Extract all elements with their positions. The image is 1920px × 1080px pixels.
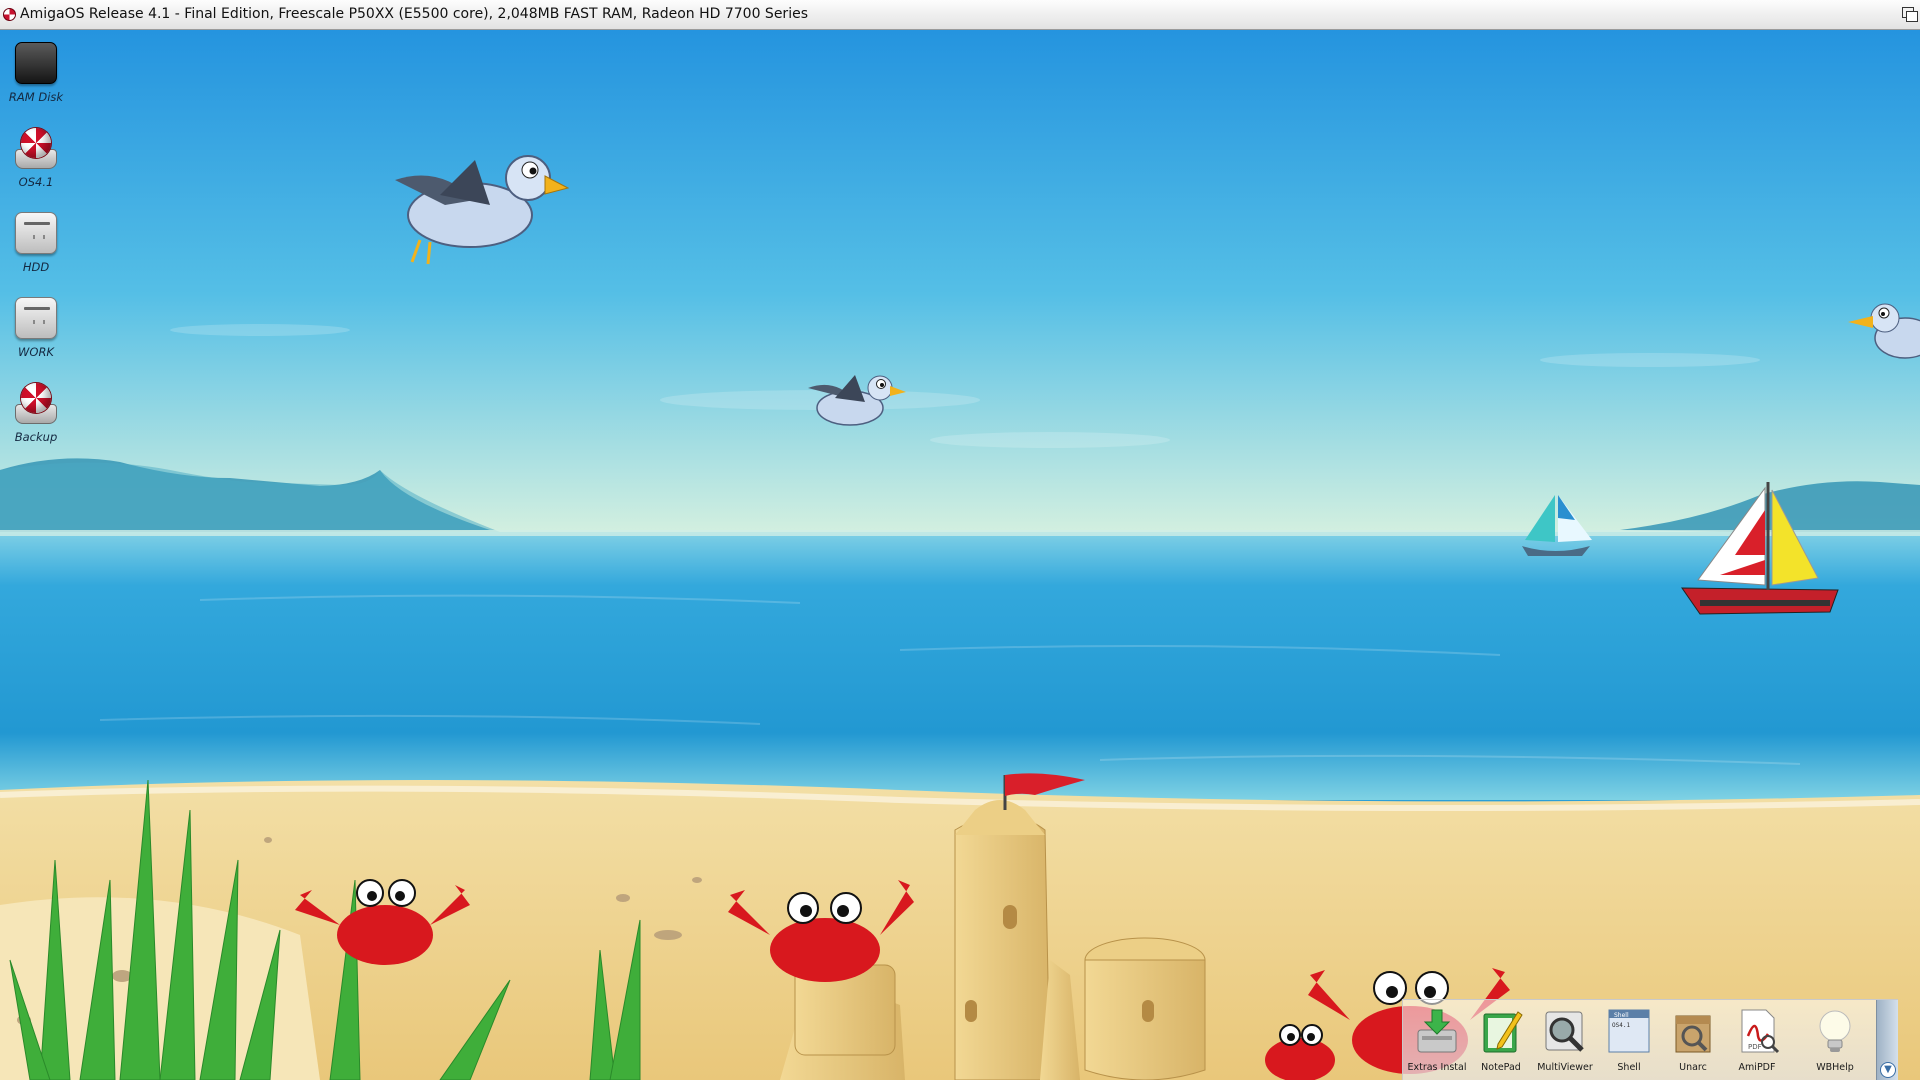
pdf-icon: PDF [1734, 1006, 1780, 1056]
screen-title-bar[interactable]: AmigaOS Release 4.1 - Final Edition, Fre… [0, 0, 1920, 30]
screen-depth-gadget-icon[interactable] [1901, 5, 1919, 23]
unarc-icon [1670, 1006, 1716, 1056]
chevron-down-icon[interactable]: ▼ [1880, 1062, 1896, 1078]
ram-disk-icon [13, 40, 59, 88]
dock-item-unarc[interactable]: Unarc [1661, 1006, 1725, 1080]
notepad-icon [1478, 1006, 1524, 1056]
dock-item-label: Extras Instal [1407, 1062, 1467, 1073]
amiga-logo-icon[interactable] [3, 8, 16, 21]
dock-item-label: Unarc [1679, 1062, 1707, 1073]
dock-item-shell[interactable]: Shell OS4.1 Shell [1597, 1006, 1661, 1080]
desktop-icon-label: Backup [14, 430, 58, 444]
dock-item-amipdf[interactable]: PDF AmiPDF [1725, 1006, 1789, 1080]
amidock: Extras Instal NotePad MultiViewer Shell … [1402, 999, 1898, 1080]
boing-ball-disk-icon [13, 380, 59, 428]
desktop-icon-work[interactable]: WORK [0, 295, 72, 359]
dock-scroll-gadget[interactable]: ▼ [1876, 1000, 1898, 1080]
hard-drive-icon [13, 295, 59, 343]
dock-item-notepad[interactable]: NotePad [1469, 1006, 1533, 1080]
desktop-icon-label: OS4.1 [18, 175, 54, 189]
shell-icon-prompt: OS4.1 [1612, 1022, 1630, 1029]
lightbulb-icon [1812, 1006, 1858, 1056]
dock-item-multiviewer[interactable]: MultiViewer [1533, 1006, 1597, 1080]
desktop-icon-os41[interactable]: OS4.1 [0, 125, 72, 189]
install-icon [1414, 1006, 1460, 1056]
dock-item-wbhelp[interactable]: WBHelp [1803, 1006, 1867, 1080]
dock-item-label: AmiPDF [1738, 1062, 1776, 1073]
pdf-icon-text: PDF [1748, 1043, 1762, 1051]
desktop-icon-backup[interactable]: Backup [0, 380, 72, 444]
dock-item-label: WBHelp [1816, 1062, 1854, 1073]
shell-icon: Shell OS4.1 [1606, 1006, 1652, 1056]
shell-icon-title: Shell [1614, 1012, 1629, 1019]
workbench-screen: AmigaOS Release 4.1 - Final Edition, Fre… [0, 0, 1920, 1080]
screen-title: AmigaOS Release 4.1 - Final Edition, Fre… [20, 6, 808, 22]
hard-drive-icon [13, 210, 59, 258]
beach-wallpaper [0, 0, 1920, 1080]
desktop-icon-label: RAM Disk [8, 90, 64, 104]
dock-item-label: NotePad [1481, 1062, 1521, 1073]
dock-item-extras-install[interactable]: Extras Instal [1405, 1006, 1469, 1080]
boing-ball-disk-icon [13, 125, 59, 173]
multiviewer-icon [1542, 1006, 1588, 1056]
desktop-icon-label: HDD [22, 260, 50, 274]
dock-item-label: Shell [1617, 1062, 1641, 1073]
desktop-icon-hdd[interactable]: HDD [0, 210, 72, 274]
desktop-icon-ram-disk[interactable]: RAM Disk [0, 40, 72, 104]
desktop-icon-label: WORK [18, 345, 54, 359]
dock-item-label: MultiViewer [1537, 1062, 1593, 1073]
